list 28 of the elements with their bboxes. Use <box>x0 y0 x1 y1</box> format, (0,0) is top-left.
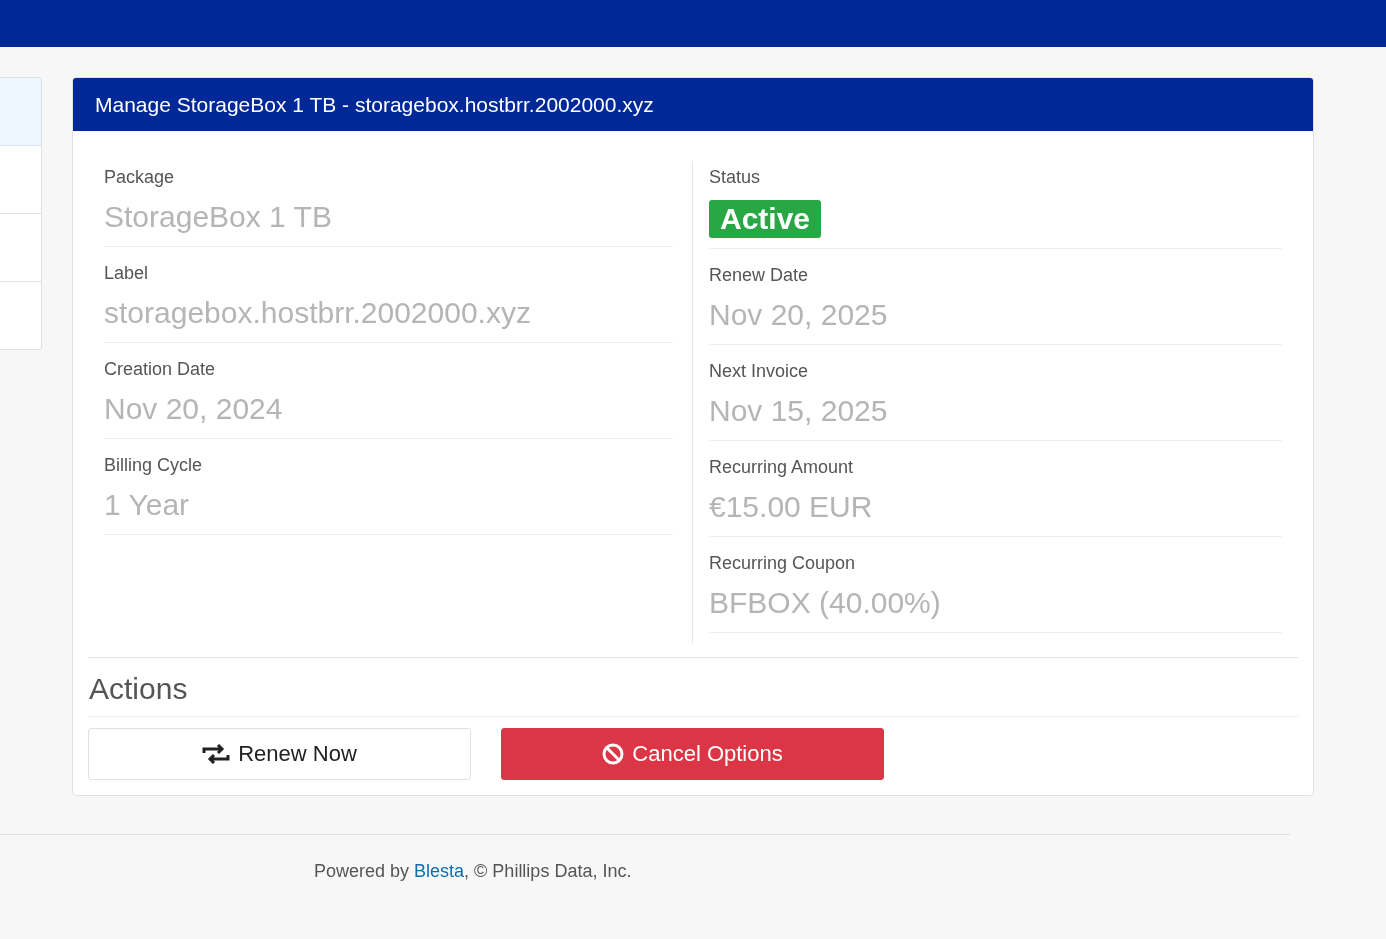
field-value: BFBOX (40.00%) <box>709 586 942 620</box>
field-value: Nov 20, 2024 <box>104 392 284 426</box>
field-label: Next Invoice <box>709 361 810 382</box>
field-value: €15.00 EUR <box>709 490 874 524</box>
repeat-icon <box>202 744 231 764</box>
field-value: storagebox.hostbrr.2002000.xyz <box>104 296 532 330</box>
field-label: Recurring Amount <box>709 457 855 478</box>
sidebar-item[interactable] <box>0 281 41 349</box>
field-label: Billing Cycle <box>104 455 204 476</box>
sidebar-item[interactable] <box>0 78 41 145</box>
renew-button[interactable]: Renew Now <box>88 728 471 780</box>
field-value: 1 Year <box>104 488 191 522</box>
field-value: Nov 15, 2025 <box>709 394 889 428</box>
field-label: Status <box>709 167 762 188</box>
prohibited-icon <box>602 743 625 765</box>
actions-heading: Actions <box>88 657 1298 717</box>
field-label: Label <box>104 263 150 284</box>
field-value: Nov 20, 2025 <box>709 298 889 332</box>
field-label: Creation Date <box>104 359 217 380</box>
field-label: Recurring Coupon <box>709 553 857 574</box>
field-value: StorageBox 1 TB <box>104 200 333 234</box>
status-badge: Active <box>709 200 822 238</box>
footer-text: Powered by Blesta, © Phillips Data, Inc. <box>314 861 632 881</box>
cancel-options-button[interactable]: Cancel Options <box>501 728 884 780</box>
field-label: Renew Date <box>709 265 810 286</box>
footer-link[interactable]: Blesta <box>414 861 465 881</box>
panel-title: Manage StorageBox 1 TB - storagebox.hostbrr.2002000.xyz <box>73 78 1313 131</box>
field-label: Package <box>104 167 176 188</box>
